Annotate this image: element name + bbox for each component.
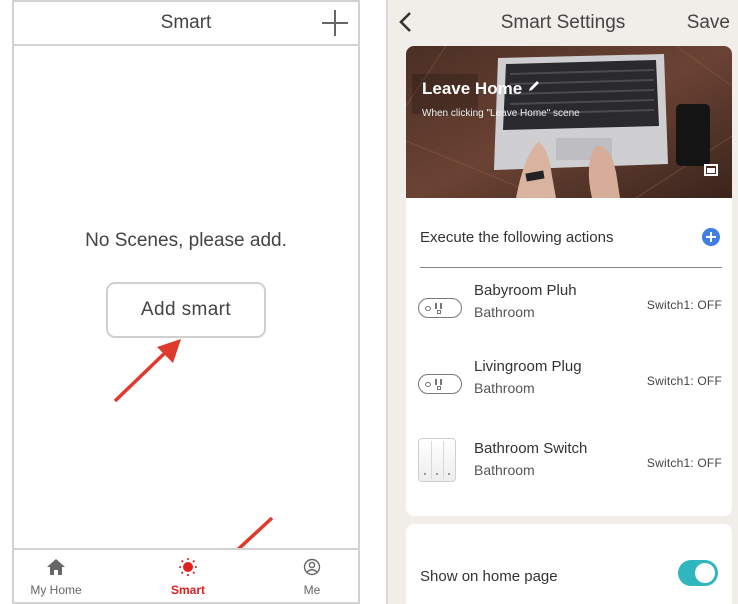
show-on-home-card: Show on home page [406,524,732,604]
change-image-icon[interactable] [704,164,718,176]
show-on-home-toggle[interactable] [678,560,718,586]
page-title: Smart Settings [500,12,626,33]
plug-icon [418,298,462,318]
add-action-icon[interactable] [702,228,720,246]
add-scene-plus-icon[interactable] [322,10,348,36]
smart-screen: Smart No Scenes, please add. Add smart M… [12,0,360,604]
top-bar: Smart [14,2,358,46]
plug-icon [418,374,462,394]
tab-me[interactable]: Me [272,558,352,597]
device-room: Bathroom [474,304,535,320]
action-row[interactable]: Livingroom Plug Bathroom Switch1: OFF [406,358,732,422]
laptop-desk-photo [406,46,732,198]
add-smart-button[interactable]: Add smart [106,282,266,338]
pointer-arrow-icon [113,339,181,403]
device-status: Switch1: OFF [646,456,722,470]
empty-state-message: No Scenes, please add. [85,230,287,251]
scene-subtitle: When clicking "Leave Home" scene [422,108,580,119]
tab-smart[interactable]: Smart [148,558,228,597]
device-name: Bathroom Switch [474,440,588,457]
sun-icon [179,558,197,576]
save-button[interactable]: Save [687,12,730,34]
device-status: Switch1: OFF [646,374,722,388]
scene-card: Leave Home When clicking "Leave Home" sc… [406,46,732,516]
device-name: Babyroom Pluh [474,282,577,299]
tab-label: My Home [30,583,82,597]
smart-settings-screen: Smart Settings Save Leave Home When clic… [386,0,738,604]
edit-pencil-icon[interactable] [527,79,541,93]
home-icon [47,559,65,575]
actions-heading: Execute the following actions [420,229,614,246]
tab-label: Smart [170,583,205,597]
wall-switch-icon [418,438,456,482]
top-bar: Smart Settings Save [388,0,738,46]
show-on-home-label: Show on home page [420,568,558,585]
tab-my-home[interactable]: My Home [16,558,96,597]
scene-banner-image[interactable]: Leave Home When clicking "Leave Home" sc… [406,46,732,198]
page-title: Smart [160,12,212,33]
tab-label: Me [303,583,321,597]
divider [420,267,722,268]
device-room: Bathroom [474,462,535,478]
scene-name: Leave Home [422,79,523,98]
user-icon [303,558,321,576]
action-row[interactable]: Babyroom Pluh Bathroom Switch1: OFF [406,282,732,346]
action-row[interactable]: Bathroom Switch Bathroom Switch1: OFF [406,438,732,504]
device-name: Livingroom Plug [474,358,582,375]
bottom-tab-bar: My Home Smart Me [14,548,358,602]
device-status: Switch1: OFF [646,298,722,312]
device-room: Bathroom [474,380,535,396]
